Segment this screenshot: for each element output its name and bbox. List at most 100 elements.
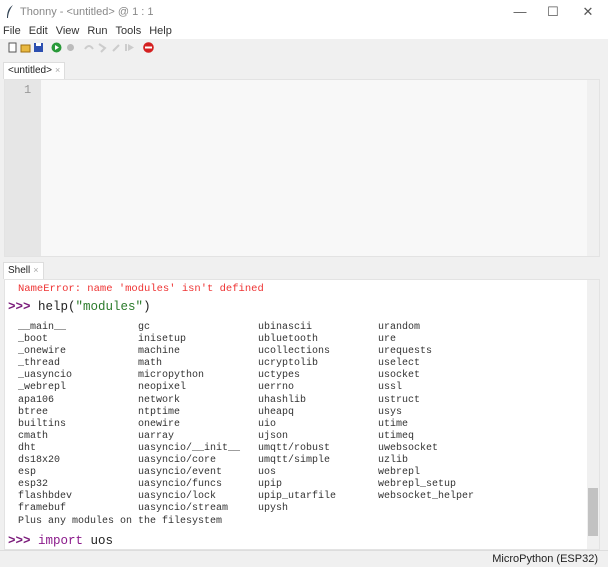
module-name: utimeq (378, 430, 415, 442)
prompt: >>> (8, 534, 31, 548)
menu-view[interactable]: View (52, 24, 84, 39)
menu-edit[interactable]: Edit (25, 24, 52, 39)
module-name: uasyncio/stream (138, 503, 229, 515)
step-out-icon[interactable] (111, 42, 122, 53)
module-name: uio (258, 418, 277, 430)
module-name: upip_utarfile (258, 491, 337, 503)
module-name: ubinascii (258, 322, 313, 333)
module-name: uctypes (258, 370, 301, 382)
module-row: apa106 network uhashlib ustruct (18, 395, 498, 407)
module-name: cmath (18, 430, 49, 442)
module-row: esp32 uasyncio/funcs upip webrepl_setup (18, 479, 498, 491)
module-list: __main__ gc ubinascii urandom _boot inisetup u… (18, 322, 498, 528)
line-number-gutter: 1 (5, 80, 41, 256)
shell-input-line[interactable]: >>> import uos (8, 534, 113, 548)
module-name: webrepl_setup (378, 479, 457, 491)
module-name: ds18x20 (18, 455, 61, 467)
module-name: uhashlib (258, 394, 307, 406)
module-name: esp32 (18, 479, 49, 491)
module-name: micropython (138, 370, 205, 382)
module-name: apa106 (18, 394, 55, 406)
open-file-icon[interactable] (20, 42, 31, 53)
keyword-import: import (38, 534, 84, 548)
module-name: uselect (378, 358, 421, 370)
editor-tab-row: <untitled> × (0, 62, 608, 79)
module-name: ustruct (378, 394, 421, 406)
module-row: builtins onewire uio utime (18, 419, 498, 431)
module-name: uasyncio/__init__ (138, 442, 241, 454)
module-name: umqtt/simple (258, 455, 331, 467)
close-button[interactable]: ✕ (578, 4, 598, 20)
module-name: uwebsocket (378, 442, 439, 454)
line-number: 1 (24, 83, 32, 97)
step-over-icon[interactable] (84, 42, 95, 53)
module-name: utime (378, 418, 409, 430)
module-name: _boot (18, 334, 49, 346)
module-name: upysh (258, 503, 289, 515)
module-row: __main__ gc ubinascii urandom (18, 322, 498, 334)
module-row: _uasyncio micropython uctypes usocket (18, 370, 498, 382)
prompt: >>> (8, 300, 31, 314)
new-file-icon[interactable] (7, 42, 18, 53)
status-divider (0, 550, 608, 551)
interpreter-status[interactable]: MicroPython (ESP32) (492, 553, 598, 565)
command-arg: uos (83, 534, 114, 548)
command-func: help( (38, 300, 76, 314)
tab-close-icon[interactable]: × (55, 65, 60, 75)
tab-close-icon[interactable]: × (33, 265, 38, 275)
modules-footer: Plus any modules on the filesystem (18, 515, 223, 527)
shell-command: >>> help("modules") (8, 300, 151, 314)
scrollbar-thumb[interactable] (588, 488, 598, 536)
module-name: ussl (378, 382, 403, 394)
minimize-button[interactable]: — (510, 4, 530, 20)
code-editor[interactable]: 1 (4, 79, 600, 257)
module-name: dht (18, 442, 37, 454)
shell-console[interactable]: NameError: name 'modules' isn't defined … (4, 279, 600, 550)
module-name: urequests (378, 346, 433, 358)
module-name: neopixel (138, 382, 187, 394)
step-into-icon[interactable] (97, 42, 108, 53)
module-name: flashbdev (18, 491, 73, 503)
module-name: urandom (378, 322, 421, 333)
shell-scrollbar[interactable] (587, 280, 599, 549)
stop-icon[interactable] (143, 42, 154, 53)
module-row: dht uasyncio/__init__ umqtt/robust uwebsock… (18, 443, 498, 455)
tab-untitled[interactable]: <untitled> × (3, 62, 66, 79)
editor-scrollbar[interactable] (587, 80, 599, 256)
run-icon[interactable] (51, 42, 62, 53)
module-name: usys (378, 406, 403, 418)
module-row: framebuf uasyncio/stream upysh (18, 503, 498, 515)
menu-run[interactable]: Run (83, 24, 111, 39)
shell-tab-row: Shell × (0, 262, 608, 279)
module-name: _uasyncio (18, 370, 73, 382)
module-name: websocket_helper (378, 491, 475, 503)
menu-file[interactable]: File (0, 24, 25, 39)
menu-help[interactable]: Help (145, 24, 176, 39)
command-arg: "modules" (75, 300, 144, 314)
module-name: onewire (138, 418, 181, 430)
toolbar (0, 40, 608, 56)
module-row: cmath uarray ujson utimeq (18, 431, 498, 443)
title-bar: Thonny - <untitled> @ 1 : 1 — ☐ ✕ (0, 0, 608, 24)
module-name: uasyncio/event (138, 467, 223, 479)
module-row: flashbdev uasyncio/lock upip_utarfile webso… (18, 491, 498, 503)
module-row: _thread math ucryptolib uselect (18, 358, 498, 370)
maximize-button[interactable]: ☐ (543, 4, 563, 20)
save-icon[interactable] (33, 42, 44, 53)
module-name: ntptime (138, 406, 181, 418)
menu-bar: File Edit View Run Tools Help (0, 24, 608, 39)
module-name: __main__ (18, 322, 67, 333)
module-row: ds18x20 uasyncio/core umqtt/simple uzlib (18, 455, 498, 467)
module-name: umqtt/robust (258, 442, 331, 454)
module-name: ure (378, 334, 397, 346)
debug-icon[interactable] (65, 42, 76, 53)
resume-icon[interactable] (124, 42, 135, 53)
module-name: machine (138, 346, 181, 358)
tab-shell[interactable]: Shell × (3, 262, 44, 279)
module-name: _thread (18, 358, 61, 370)
error-message: NameError: name 'modules' isn't defined (18, 283, 264, 295)
module-name: math (138, 358, 163, 370)
module-name: uasyncio/core (138, 455, 217, 467)
menu-tools[interactable]: Tools (112, 24, 146, 39)
thonny-logo-icon (7, 5, 13, 18)
